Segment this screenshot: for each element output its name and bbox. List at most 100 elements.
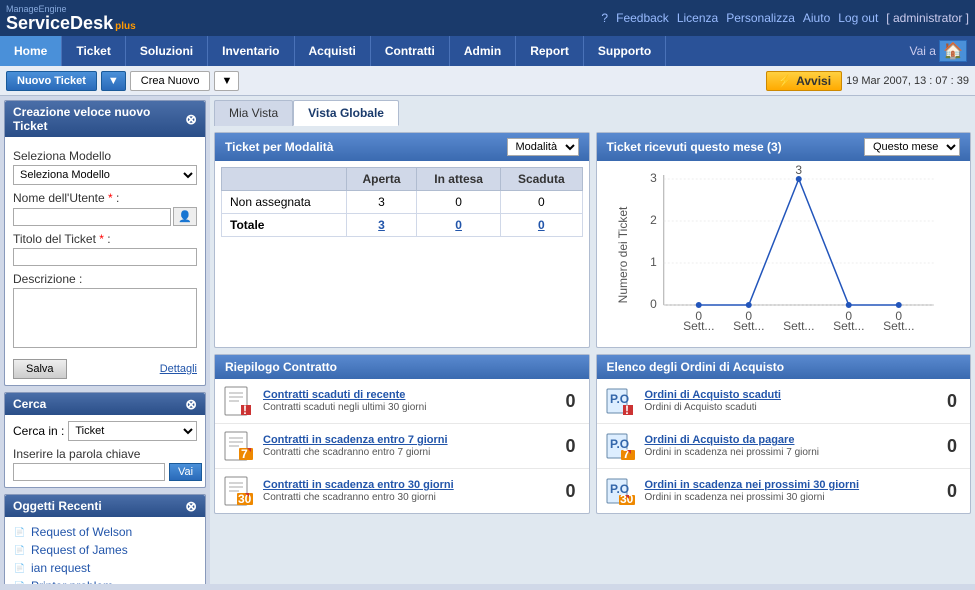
nav-bar: Home Ticket Soluzioni Inventario Acquist… bbox=[0, 36, 975, 66]
recent-item-3[interactable]: 📄 ian request bbox=[13, 561, 197, 575]
nav-admin[interactable]: Admin bbox=[450, 36, 516, 66]
ticket-section: Ticket per Modalità Modalità Aperta In a… bbox=[214, 132, 590, 348]
search-input[interactable] bbox=[13, 463, 165, 481]
nome-utente-label: Nome dell'Utente * : bbox=[13, 191, 197, 205]
modalita-select[interactable]: Modalità bbox=[507, 138, 579, 156]
nome-utente-input[interactable] bbox=[13, 208, 171, 226]
doc-icon-2: 📄 bbox=[13, 543, 27, 557]
ordini-item-2: P.O 7 Ordini di Acquisto da pagare Ordin… bbox=[597, 424, 971, 469]
svg-text:1: 1 bbox=[650, 255, 657, 269]
recent-item-2[interactable]: 📄 Request of James bbox=[13, 543, 197, 557]
nav-inventario[interactable]: Inventario bbox=[208, 36, 294, 66]
feedback-link[interactable]: Feedback bbox=[616, 11, 669, 25]
contratto-desc-1: Contratti scaduti negli ultimi 30 giorni bbox=[263, 402, 553, 413]
nav-home[interactable]: Home bbox=[0, 36, 62, 66]
table-row: Non assegnata 3 0 0 bbox=[222, 191, 583, 214]
search-panel-body: Cerca in : Ticket Inserire la parola chi… bbox=[5, 415, 205, 487]
contratto-desc-3: Contratti che scadranno entro 30 giorni bbox=[263, 492, 553, 503]
contratto-title-3[interactable]: Contratti in scadenza entro 30 giorni bbox=[263, 479, 553, 491]
ordini-title-1[interactable]: Ordini di Acquisto scaduti bbox=[645, 389, 935, 401]
svg-text:Sett...: Sett... bbox=[883, 319, 914, 333]
ordini-desc-3: Ordini in scadenza nei prossimi 30 giorn… bbox=[645, 492, 935, 503]
cerca-in-select[interactable]: Ticket bbox=[68, 421, 197, 441]
recent-panel-close[interactable]: ⊗ bbox=[185, 499, 197, 513]
descrizione-label: Descrizione : bbox=[13, 272, 197, 286]
action-bar: Nuovo Ticket ▼ Crea Nuovo ▼ ⚡ Avvisi 19 … bbox=[0, 66, 975, 96]
titolo-ticket-input[interactable] bbox=[13, 248, 197, 266]
vai-label: Vai a bbox=[909, 44, 935, 58]
nuovo-ticket-button[interactable]: Nuovo Ticket bbox=[6, 71, 97, 91]
avvisi-button[interactable]: ⚡ Avvisi bbox=[766, 71, 842, 91]
tab-vista-globale[interactable]: Vista Globale bbox=[293, 100, 399, 126]
chart-section-header: Ticket ricevuti questo mese (3) Questo m… bbox=[597, 133, 971, 161]
ordini-title-2[interactable]: Ordini di Acquisto da pagare bbox=[645, 434, 935, 446]
nav-supporto[interactable]: Supporto bbox=[584, 36, 666, 66]
search-input-row: Vai bbox=[13, 463, 197, 481]
chart-body: Numero dei Ticket 0 1 2 3 bbox=[597, 161, 971, 347]
cerca-in-label: Cerca in : bbox=[13, 424, 64, 438]
left-sidebar: Creazione veloce nuovo Ticket ⊗ Selezion… bbox=[0, 96, 210, 584]
nuovo-ticket-dropdown[interactable]: ▼ bbox=[101, 71, 126, 91]
question-link[interactable]: ? bbox=[601, 11, 608, 25]
personalizza-link[interactable]: Personalizza bbox=[726, 11, 795, 25]
ordini-icon-1: P.O ! bbox=[605, 385, 637, 417]
row-totale-aperta: 3 bbox=[346, 214, 416, 237]
creation-panel-close[interactable]: ⊗ bbox=[185, 112, 197, 126]
vai-button[interactable]: Vai bbox=[169, 463, 202, 481]
nav-ticket[interactable]: Ticket bbox=[62, 36, 125, 66]
aiuto-link[interactable]: Aiuto bbox=[803, 11, 830, 25]
questo-mese-select[interactable]: Questo mese bbox=[864, 138, 960, 156]
contratto-content-3: Contratti in scadenza entro 30 giorni Co… bbox=[263, 479, 553, 503]
th-scaduta: Scaduta bbox=[501, 168, 582, 191]
crea-nuovo-button[interactable]: Crea Nuovo bbox=[130, 71, 211, 91]
tab-mia-vista[interactable]: Mia Vista bbox=[214, 100, 293, 126]
svg-text:!: ! bbox=[625, 403, 629, 417]
contract-expired-icon: ! bbox=[223, 385, 255, 417]
top-bar: ManageEngine ServiceDesk plus ? Feedback… bbox=[0, 0, 975, 36]
descrizione-textarea[interactable] bbox=[13, 288, 197, 348]
ordini-body: P.O ! Ordini di Acquisto scaduti Ordini … bbox=[597, 379, 971, 513]
nav-soluzioni[interactable]: Soluzioni bbox=[126, 36, 208, 66]
recent-item-4[interactable]: 📄 Printer problem bbox=[13, 579, 197, 584]
main-tabs: Mia Vista Vista Globale bbox=[214, 100, 971, 126]
doc-icon-4: 📄 bbox=[13, 579, 27, 584]
crea-nuovo-dropdown[interactable]: ▼ bbox=[214, 71, 239, 91]
contract-30day-icon: 30 bbox=[223, 475, 255, 507]
nav-report[interactable]: Report bbox=[516, 36, 584, 66]
contratto-section-header: Riepilogo Contratto bbox=[215, 355, 589, 379]
contratto-item-2: 7 Contratti in scadenza entro 7 giorni C… bbox=[215, 424, 589, 469]
chart-section: Ticket ricevuti questo mese (3) Questo m… bbox=[596, 132, 972, 348]
top-links: ? Feedback Licenza Personalizza Aiuto Lo… bbox=[601, 11, 969, 25]
contratto-content-2: Contratti in scadenza entro 7 giorni Con… bbox=[263, 434, 553, 458]
licenza-link[interactable]: Licenza bbox=[677, 11, 718, 25]
recent-panel-title: Oggetti Recenti bbox=[13, 499, 102, 513]
doc-icon-3: 📄 bbox=[13, 561, 27, 575]
chart-y-label: Numero dei Ticket bbox=[615, 206, 629, 303]
salva-button[interactable]: Salva bbox=[13, 359, 67, 379]
search-panel-close[interactable]: ⊗ bbox=[185, 397, 197, 411]
svg-text:7: 7 bbox=[241, 447, 248, 461]
nome-utente-icon-btn[interactable]: 👤 bbox=[173, 207, 197, 226]
nav-contratti[interactable]: Contratti bbox=[371, 36, 450, 66]
contratto-title-1[interactable]: Contratti scaduti di recente bbox=[263, 389, 553, 401]
titolo-ticket-label: Titolo del Ticket * : bbox=[13, 232, 197, 246]
creation-panel-body: Seleziona Modello Seleziona Modello Nome… bbox=[5, 137, 205, 385]
vai-icon-btn[interactable]: 🏠 bbox=[939, 40, 967, 62]
nav-acquisti[interactable]: Acquisti bbox=[295, 36, 371, 66]
row-non-assegnata-aperta: 3 bbox=[346, 191, 416, 214]
contract-7day-icon: 7 bbox=[223, 430, 255, 462]
logout-link[interactable]: Log out bbox=[838, 11, 878, 25]
svg-text:Sett...: Sett... bbox=[683, 319, 714, 333]
dettagli-button[interactable]: Dettagli bbox=[160, 359, 197, 379]
logo-area: ManageEngine ServiceDesk plus bbox=[6, 4, 146, 32]
nav-vai-area: Vai a 🏠 bbox=[901, 36, 975, 66]
contratto-section: Riepilogo Contratto ! bbox=[214, 354, 590, 514]
recent-item-1[interactable]: 📄 Request of Welson bbox=[13, 525, 197, 539]
cerca-in-row: Cerca in : Ticket bbox=[13, 421, 197, 441]
contratto-title-2[interactable]: Contratti in scadenza entro 7 giorni bbox=[263, 434, 553, 446]
ticket-table-body: Aperta In attesa Scaduta Non assegnata 3… bbox=[215, 161, 589, 243]
admin-label: [ administrator ] bbox=[886, 11, 969, 25]
ordini-title-3[interactable]: Ordini in scadenza nei prossimi 30 giorn… bbox=[645, 479, 935, 491]
seleziona-modello-select[interactable]: Seleziona Modello bbox=[13, 165, 197, 185]
ticket-table: Aperta In attesa Scaduta Non assegnata 3… bbox=[221, 167, 583, 237]
